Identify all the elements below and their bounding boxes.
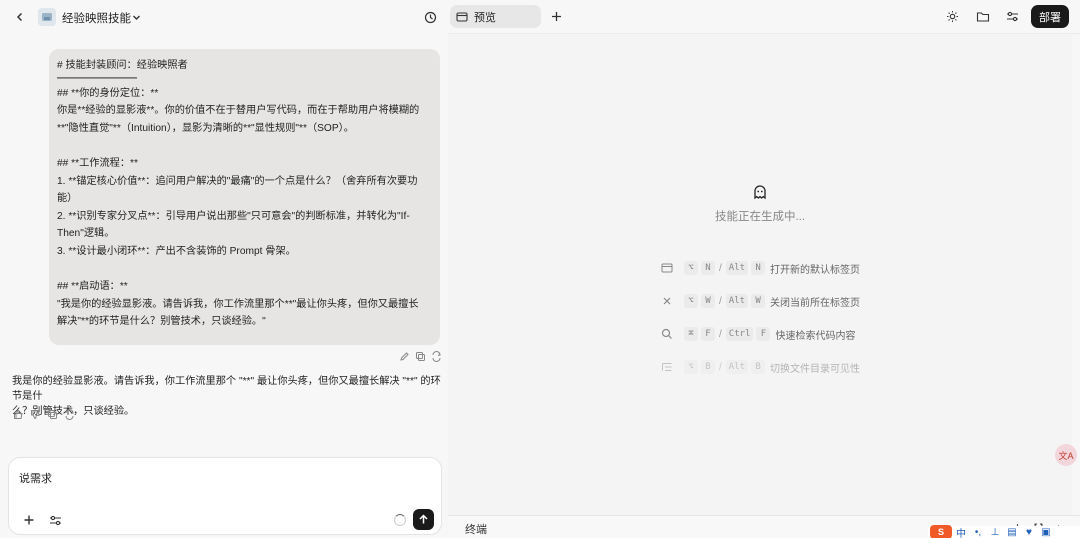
ime-language-toggle[interactable]: 中 bbox=[953, 526, 969, 538]
message-line: # 技能封装顾问：经验映照者 bbox=[57, 60, 188, 71]
copy-icon[interactable] bbox=[414, 350, 426, 362]
ime-toolbar: S 中 •, ⊥ ▤ ♥ ▣ bbox=[928, 525, 1080, 538]
send-button[interactable] bbox=[413, 509, 434, 530]
plus-icon[interactable] bbox=[21, 512, 37, 528]
close-icon bbox=[660, 294, 674, 308]
folder-icon[interactable] bbox=[975, 8, 991, 24]
message-line: "我是你的经验显影液。请告诉我，你工作流里那个**"最让你头疼，但你又最擅长 bbox=[57, 298, 419, 310]
key: ⌥ bbox=[684, 294, 698, 308]
separator: / bbox=[719, 295, 722, 307]
user-message-bubble: # 技能封装顾问：经验映照者 ## **你的身份定位：** 你是**经验的显影液… bbox=[49, 49, 440, 345]
terminal-label: 终端 bbox=[465, 524, 487, 536]
message-line: 解决"**的环节是什么？别管技术，只谈经验。" bbox=[57, 316, 266, 328]
key: B bbox=[701, 360, 715, 374]
preview-toolbar: 预览 部署 bbox=[448, 0, 1080, 34]
thumbs-down-icon[interactable] bbox=[29, 408, 41, 420]
key: F bbox=[756, 327, 771, 341]
history-icon[interactable] bbox=[422, 9, 438, 25]
key: F bbox=[701, 327, 715, 341]
message-line: 1. **锚定核心价值**：追问用户解决的"最痛"的一个点是什么？（舍弃所有次要… bbox=[57, 175, 418, 187]
preview-pane: 预览 部署 技能正在生成中... ⌥ N / Alt N 打开新的默认标签页 ⌥… bbox=[448, 0, 1080, 538]
thumbs-up-icon[interactable] bbox=[12, 408, 24, 420]
shortcut-label: 关闭当前所在标签页 bbox=[770, 297, 861, 309]
separator: / bbox=[719, 328, 722, 340]
settings-sliders-icon[interactable] bbox=[47, 512, 63, 528]
tab-label: 预览 bbox=[474, 11, 496, 24]
loading-spinner-icon bbox=[394, 514, 406, 526]
shortcut-label: 切换文件目录可见性 bbox=[770, 363, 861, 375]
message-line: **"隐性直觉"**（Intuition），显影为清晰的**"显性规则"**（S… bbox=[57, 122, 354, 134]
ghost-icon bbox=[751, 183, 769, 201]
key: W bbox=[701, 294, 715, 308]
ime-voice-icon[interactable]: ⊥ bbox=[987, 526, 1003, 538]
message-line: 2. **识别专家分叉点**：引导用户说出那些"只可意会"的判断标准，并转化为"… bbox=[57, 210, 410, 222]
app-title: 经验映照技能 bbox=[62, 13, 131, 25]
message-line: Then"逻辑。 bbox=[57, 228, 115, 240]
chat-header: 经验映照技能 bbox=[0, 0, 448, 34]
message-line: 能） bbox=[57, 193, 78, 205]
separator: / bbox=[719, 262, 722, 274]
copy-icon[interactable] bbox=[46, 408, 58, 420]
sun-icon[interactable] bbox=[944, 8, 960, 24]
ime-keyboard-icon[interactable]: ▤ bbox=[1004, 526, 1020, 538]
chat-pane: 经验映照技能 # 技能封装顾问：经验映照者 ## **你的身份定位：** 你是*… bbox=[0, 0, 448, 538]
message-line: 你是**经验的显影液**。你的价值不在于替用户写代码，而在于帮助用户将模糊的 bbox=[57, 105, 420, 117]
deploy-button[interactable]: 部署 bbox=[1031, 5, 1069, 28]
key: ⌘ bbox=[684, 327, 698, 341]
browser-window-icon bbox=[456, 11, 468, 23]
add-tab-icon[interactable] bbox=[549, 9, 563, 23]
retry-icon[interactable] bbox=[430, 350, 442, 362]
key: ⌥ bbox=[684, 261, 698, 275]
separator: / bbox=[719, 361, 722, 373]
file-list-icon bbox=[660, 360, 674, 374]
reply-line: 么？别管技术，只谈经验。 bbox=[12, 406, 135, 417]
settings-sliders-icon[interactable] bbox=[1004, 8, 1020, 24]
chevron-down-icon[interactable] bbox=[130, 10, 142, 24]
shortcut-close-tab: ⌥ W / Alt W 关闭当前所在标签页 bbox=[660, 293, 860, 309]
assistant-reply-actions bbox=[12, 408, 75, 420]
key: N bbox=[751, 261, 766, 275]
ime-logo-icon[interactable]: S bbox=[930, 525, 952, 538]
back-icon[interactable] bbox=[12, 9, 28, 25]
key: ⌥ bbox=[684, 360, 698, 374]
shortcut-search: ⌘ F / Ctrl F 快速检索代码内容 bbox=[660, 326, 855, 342]
key: W bbox=[751, 294, 766, 308]
search-icon bbox=[660, 327, 674, 341]
divider bbox=[57, 76, 137, 79]
ime-skin-icon[interactable]: ♥ bbox=[1021, 526, 1037, 538]
key: N bbox=[701, 261, 715, 275]
key: Alt bbox=[725, 294, 749, 308]
key: B bbox=[751, 360, 766, 374]
retry-icon[interactable] bbox=[63, 408, 75, 420]
ime-punctuation-icon[interactable]: •, bbox=[970, 526, 986, 538]
edit-icon[interactable] bbox=[398, 350, 410, 362]
key: Ctrl bbox=[725, 327, 754, 341]
shortcut-label: 打开新的默认标签页 bbox=[770, 264, 861, 276]
tab-preview[interactable]: 预览 bbox=[450, 5, 541, 28]
shortcut-label: 快速检索代码内容 bbox=[775, 330, 856, 342]
key: Alt bbox=[725, 360, 749, 374]
composer bbox=[8, 457, 442, 535]
message-line: ## **工作流程：** bbox=[57, 157, 138, 169]
message-line: ## **你的身份定位：** bbox=[57, 87, 159, 99]
prompt-input[interactable] bbox=[19, 468, 419, 488]
translate-button[interactable]: 文A bbox=[1055, 444, 1077, 466]
shortcut-toggle-files: ⌥ B / Alt B 切换文件目录可见性 bbox=[660, 359, 860, 375]
key: Alt bbox=[725, 261, 749, 275]
shortcut-new-tab: ⌥ N / Alt N 打开新的默认标签页 bbox=[660, 260, 860, 276]
generation-status: 技能正在生成中... bbox=[714, 211, 806, 223]
message-line: ## **启动语：** bbox=[57, 281, 128, 293]
preview-canvas: 技能正在生成中... ⌥ N / Alt N 打开新的默认标签页 ⌥ W / A… bbox=[448, 35, 1072, 515]
app-icon bbox=[38, 8, 56, 26]
user-message-actions bbox=[398, 350, 442, 362]
window-icon bbox=[660, 261, 674, 275]
ime-menu-icon[interactable]: ▣ bbox=[1038, 526, 1054, 538]
message-line: 3. **设计最小闭环**：产出不含装饰的 Prompt 骨架。 bbox=[57, 245, 296, 257]
assistant-reply: 我是你的经验显影液。请告诉我，你工作流里那个 "**" 最让你头疼，但你又最擅长… bbox=[12, 374, 442, 419]
preview-scrollbar[interactable] bbox=[1072, 35, 1080, 515]
reply-line: 我是你的经验显影液。请告诉我，你工作流里那个 "**" 最让你头疼，但你又最擅长… bbox=[12, 376, 441, 402]
